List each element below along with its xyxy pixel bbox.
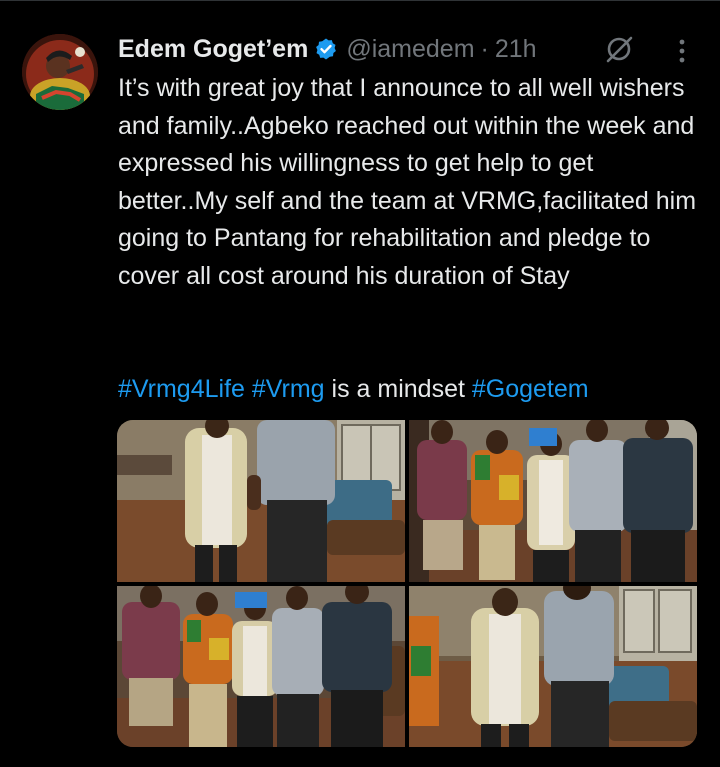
media-grid <box>117 420 697 747</box>
hashtag-vrmg[interactable]: #Vrmg <box>252 375 325 403</box>
tweet-header: Edem Goget’em @iamedem · 21h <box>118 30 537 68</box>
divider <box>0 0 720 1</box>
hashtag-gogetem[interactable]: #Gogetem <box>472 375 589 403</box>
timestamp[interactable]: 21h <box>495 35 537 64</box>
more-options-icon[interactable] <box>672 36 692 66</box>
tweet-text: It’s with great joy that I announce to a… <box>118 74 703 290</box>
hashtag-vrmg4life[interactable]: #Vrmg4Life <box>118 375 245 403</box>
verified-badge-icon <box>314 37 338 61</box>
photo-2[interactable] <box>409 420 697 582</box>
tweet[interactable]: Edem Goget’em @iamedem · 21h It’s with g… <box>0 0 720 767</box>
photo-3[interactable] <box>117 586 405 747</box>
grok-icon[interactable] <box>604 34 634 64</box>
photo-4[interactable] <box>409 586 697 747</box>
hashtag-line: #Vrmg4Life #Vrmg is a mindset #Gogetem <box>118 371 589 408</box>
avatar[interactable] <box>22 34 98 110</box>
separator-dot: · <box>480 34 489 63</box>
handle[interactable]: @iamedem <box>346 35 474 64</box>
photo-1[interactable] <box>117 420 405 582</box>
hashtag-line-text: is a mindset <box>324 375 472 403</box>
display-name[interactable]: Edem Goget’em <box>118 35 308 64</box>
